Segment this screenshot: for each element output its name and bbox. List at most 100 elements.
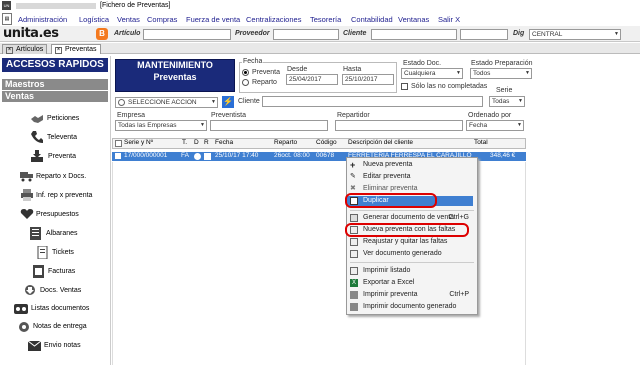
handshake-icon <box>30 111 44 125</box>
desde-input[interactable]: 25/04/2017 <box>286 74 338 85</box>
articulo-input[interactable] <box>143 29 231 40</box>
ctx-generar-documento-label: Generar documento de venta <box>363 214 455 221</box>
solo-no-completadas-checkbox[interactable] <box>401 83 408 90</box>
ordenado-select[interactable]: Fecha <box>466 120 524 131</box>
col-codigo[interactable]: Código <box>316 139 337 146</box>
menu-centralizaciones[interactable]: Centralizaciones <box>246 15 301 24</box>
tab-articulos[interactable]: × Artículos <box>2 44 48 54</box>
radio-preventa[interactable] <box>242 69 249 76</box>
sidebar-header: ACCESOS RAPIDOS <box>2 58 108 72</box>
menu-administracion[interactable]: Administración <box>18 15 67 24</box>
proveedor-label: Proveedor <box>235 30 270 37</box>
central-select[interactable]: CENTRAL <box>529 29 621 40</box>
ctx-ver-documento-label: Ver documento generado <box>363 250 442 257</box>
sidebar-item-tickets[interactable]: Tickets <box>52 249 74 256</box>
sidebar-section-maestros[interactable]: Maestros <box>2 79 108 90</box>
sidebar-item-presupuestos[interactable]: Presupuestos <box>36 211 79 218</box>
ctx-ver-documento[interactable]: Ver documento generado <box>347 249 473 259</box>
phone-icon <box>30 130 44 144</box>
hasta-label: Hasta <box>343 66 362 73</box>
menu-contabilidad[interactable]: Contabilidad <box>351 15 393 24</box>
ctx-exportar-excel[interactable]: X Exportar a Excel <box>347 278 473 288</box>
faltas-highlight-ring <box>345 223 469 237</box>
sidebar-item-listas-documentos[interactable]: Listas documentos <box>31 305 89 312</box>
col-d[interactable]: D <box>194 139 199 146</box>
articulo-label: Artículo <box>114 30 141 37</box>
col-reparto[interactable]: Reparto <box>274 139 297 146</box>
ctx-imprimir-listado[interactable]: Imprimir listado <box>347 266 473 276</box>
col-t[interactable]: T. <box>182 139 187 146</box>
blogger-icon[interactable]: B <box>96 28 108 40</box>
sidebar-item-facturas[interactable]: Facturas <box>48 268 75 275</box>
sidebar-item-preventa[interactable]: Preventa <box>48 153 76 160</box>
menu-tesoreria[interactable]: Tesorería <box>310 15 341 24</box>
radio-reparto[interactable] <box>242 79 249 86</box>
close-icon[interactable]: × <box>55 47 62 54</box>
sidebar-item-televenta[interactable]: Televenta <box>47 134 77 141</box>
row-checkbox[interactable] <box>115 153 121 159</box>
menu-compras[interactable]: Compras <box>147 15 177 24</box>
empresa-select[interactable]: Todas las Empresas <box>115 120 207 131</box>
ctx-generar-documento[interactable]: Generar documento de venta Ctrl+G <box>347 213 473 223</box>
row-r-checkbox[interactable] <box>204 153 211 160</box>
truck-icon <box>20 170 34 182</box>
excel-icon: X <box>350 279 358 287</box>
ctx-editar-preventa[interactable]: ✎ Editar preventa <box>347 172 473 182</box>
generate-icon <box>350 214 358 222</box>
col-total[interactable]: Total <box>474 139 488 146</box>
cliente-input[interactable] <box>262 96 483 107</box>
sidebar-item-peticiones[interactable]: Peticiones <box>47 115 79 122</box>
invoice-icon <box>33 265 45 278</box>
document-icon <box>30 227 42 240</box>
col-fecha[interactable]: Fecha <box>215 139 233 146</box>
ctx-nueva-preventa-label: Nueva preventa <box>363 161 413 168</box>
row-d-indicator <box>194 153 201 160</box>
menu-fuerza-de-venta[interactable]: Fuerza de venta <box>186 15 240 24</box>
col-descripcion[interactable]: Descripción del cliente <box>348 139 413 146</box>
estado-prep-select[interactable]: Todos <box>470 68 532 79</box>
menu-app-icon[interactable]: ▤ <box>2 13 12 25</box>
sidebar-item-albaranes[interactable]: Albaranes <box>46 230 78 237</box>
ordenado-value: Fecha <box>469 122 488 129</box>
close-icon[interactable]: × <box>6 47 13 54</box>
extra-toolbar-input[interactable] <box>460 29 508 40</box>
execute-action-icon[interactable]: ⚡ <box>222 96 234 108</box>
menu-ventanas[interactable]: Ventanas <box>398 15 429 24</box>
central-select-value: CENTRAL <box>532 31 563 38</box>
ctx-separator <box>350 210 474 211</box>
logo: unita.es <box>3 26 59 41</box>
ctx-nueva-preventa[interactable]: + Nueva preventa <box>347 160 473 170</box>
accion-value: SELECCIONE ACCION <box>128 99 197 106</box>
menu-ventas[interactable]: Ventas <box>117 15 140 24</box>
menu-logistica[interactable]: Logística <box>79 15 109 24</box>
edit-icon: ✎ <box>350 173 356 180</box>
tab-preventas[interactable]: × Preventas <box>51 44 101 54</box>
empresa-value: Todas las Empresas <box>118 122 177 129</box>
estado-doc-label: Estado Doc. <box>403 60 442 67</box>
ctx-reajustar[interactable]: Reajustar y quitar las faltas <box>347 237 473 247</box>
col-r[interactable]: R <box>204 139 209 146</box>
sidebar-item-notas-entrega[interactable]: Notas de entrega <box>33 323 87 330</box>
repartidor-input[interactable] <box>335 120 463 131</box>
proveedor-input[interactable] <box>273 29 339 40</box>
preventista-input[interactable] <box>210 120 328 131</box>
estado-doc-select[interactable]: Cualquiera <box>401 68 463 79</box>
sidebar-section-ventas[interactable]: Ventas <box>2 91 108 102</box>
fecha-group-label: Fecha <box>242 58 264 65</box>
sidebar-item-envio-notas[interactable]: Envio notas <box>44 342 81 349</box>
serie-select[interactable]: Todas <box>489 96 525 107</box>
ctx-imprimir-preventa[interactable]: Imprimir preventa Ctrl+P <box>347 290 473 300</box>
cliente-toolbar-input[interactable] <box>371 29 457 40</box>
sidebar-item-reparto-docs[interactable]: Reparto x Docs. <box>36 173 86 180</box>
ctx-imprimir-documento-generado[interactable]: Imprimir documento generado <box>347 302 473 312</box>
select-all-checkbox[interactable] <box>115 140 122 147</box>
hasta-input[interactable]: 25/10/2017 <box>342 74 394 85</box>
sidebar-item-inf-rep[interactable]: Inf. rep x preventa <box>36 192 92 199</box>
col-serie[interactable]: Serie y Nº <box>124 139 153 146</box>
heart-icon <box>20 208 34 220</box>
menu-salir[interactable]: Salir X <box>438 15 460 24</box>
solo-no-completadas-label: Sólo las no completadas <box>411 83 488 90</box>
accion-select[interactable]: SELECCIONE ACCION <box>115 97 218 108</box>
radio-preventa-label: Preventa <box>252 69 281 76</box>
sidebar-item-docs-ventas[interactable]: Docs. Ventas <box>40 287 81 294</box>
